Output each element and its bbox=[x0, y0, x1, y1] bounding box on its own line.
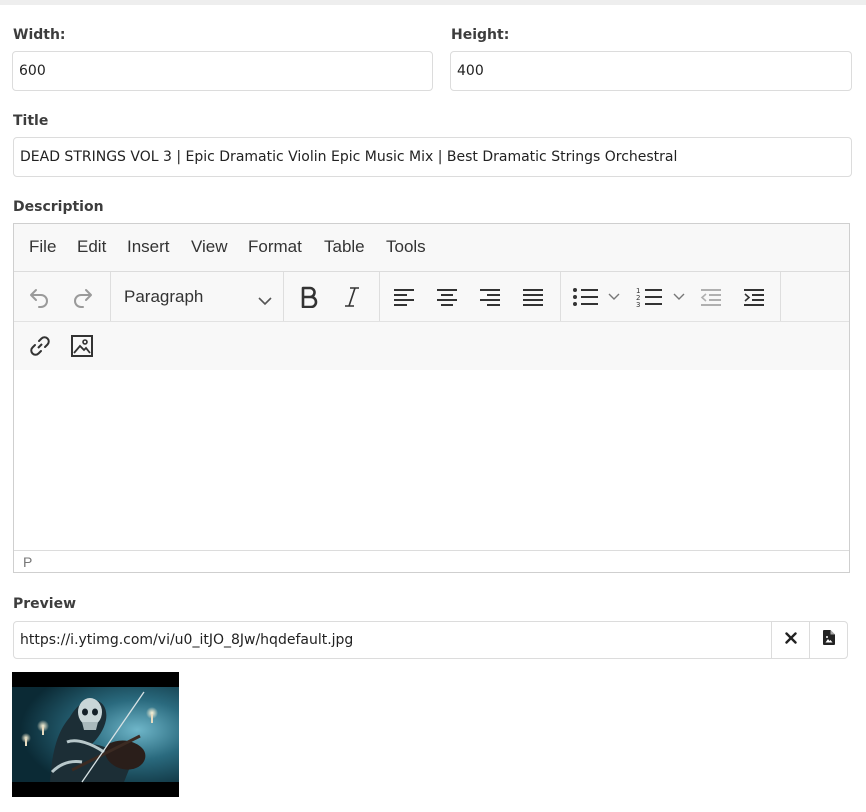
block-format-select[interactable]: Paragraph bbox=[114, 279, 282, 315]
svg-text:3: 3 bbox=[636, 301, 640, 308]
menu-view[interactable]: View bbox=[191, 237, 228, 257]
toolbar-separator bbox=[110, 272, 111, 321]
menu-tools[interactable]: Tools bbox=[386, 237, 426, 257]
align-justify-icon[interactable] bbox=[515, 279, 551, 315]
chevron-down-icon bbox=[258, 291, 272, 311]
height-input[interactable]: 400 bbox=[450, 51, 852, 91]
width-input[interactable]: 600 bbox=[12, 51, 433, 91]
toolbar-separator bbox=[283, 272, 284, 321]
block-format-value: Paragraph bbox=[124, 287, 204, 306]
rich-text-editor: File Edit Insert View Format Table Tools… bbox=[13, 223, 850, 573]
editor-menubar: File Edit Insert View Format Table Tools bbox=[14, 224, 849, 272]
preview-thumbnail bbox=[12, 672, 179, 797]
toolbar-separator bbox=[379, 272, 380, 321]
numbered-list-icon[interactable]: 123 bbox=[632, 279, 690, 315]
toolbar-separator bbox=[780, 272, 781, 321]
width-label: Width: bbox=[13, 27, 66, 43]
italic-icon[interactable] bbox=[334, 279, 370, 315]
editor-statusbar: P bbox=[14, 550, 849, 572]
element-path[interactable]: P bbox=[23, 554, 32, 570]
menu-file[interactable]: File bbox=[29, 237, 56, 257]
height-label: Height: bbox=[451, 27, 510, 43]
title-input[interactable]: DEAD STRINGS VOL 3 | Epic Dramatic Violi… bbox=[13, 137, 852, 177]
menu-table[interactable]: Table bbox=[324, 237, 365, 257]
preview-url-input[interactable]: https://i.ytimg.com/vi/u0_itJO_8Jw/hqdef… bbox=[14, 622, 771, 658]
editor-content-area[interactable] bbox=[14, 370, 849, 550]
menu-format[interactable]: Format bbox=[248, 237, 302, 257]
top-bar bbox=[0, 0, 866, 5]
file-image-icon bbox=[822, 630, 835, 650]
editor-toolbar: Paragraph 1 2 3 bbox=[14, 272, 849, 322]
clear-url-button[interactable] bbox=[771, 622, 809, 658]
preview-url-group: https://i.ytimg.com/vi/u0_itJO_8Jw/hqdef… bbox=[13, 621, 848, 659]
align-center-icon[interactable] bbox=[429, 279, 465, 315]
bold-icon[interactable] bbox=[291, 279, 327, 315]
toolbar-separator bbox=[560, 272, 561, 321]
undo-icon[interactable] bbox=[21, 279, 57, 315]
title-label: Title bbox=[13, 113, 49, 129]
menu-insert[interactable]: Insert bbox=[127, 237, 170, 257]
bullet-list-icon[interactable] bbox=[568, 279, 626, 315]
redo-icon[interactable] bbox=[65, 279, 101, 315]
menu-edit[interactable]: Edit bbox=[77, 237, 106, 257]
description-label: Description bbox=[13, 199, 104, 215]
outdent-icon[interactable] bbox=[693, 279, 729, 315]
align-right-icon[interactable] bbox=[472, 279, 508, 315]
browse-image-button[interactable] bbox=[809, 622, 847, 658]
link-icon[interactable] bbox=[22, 328, 58, 364]
image-icon[interactable] bbox=[64, 328, 100, 364]
indent-icon[interactable] bbox=[736, 279, 772, 315]
close-icon bbox=[784, 631, 797, 649]
editor-toolbar-row-2 bbox=[14, 322, 849, 370]
align-left-icon[interactable] bbox=[386, 279, 422, 315]
preview-label: Preview bbox=[13, 596, 77, 612]
